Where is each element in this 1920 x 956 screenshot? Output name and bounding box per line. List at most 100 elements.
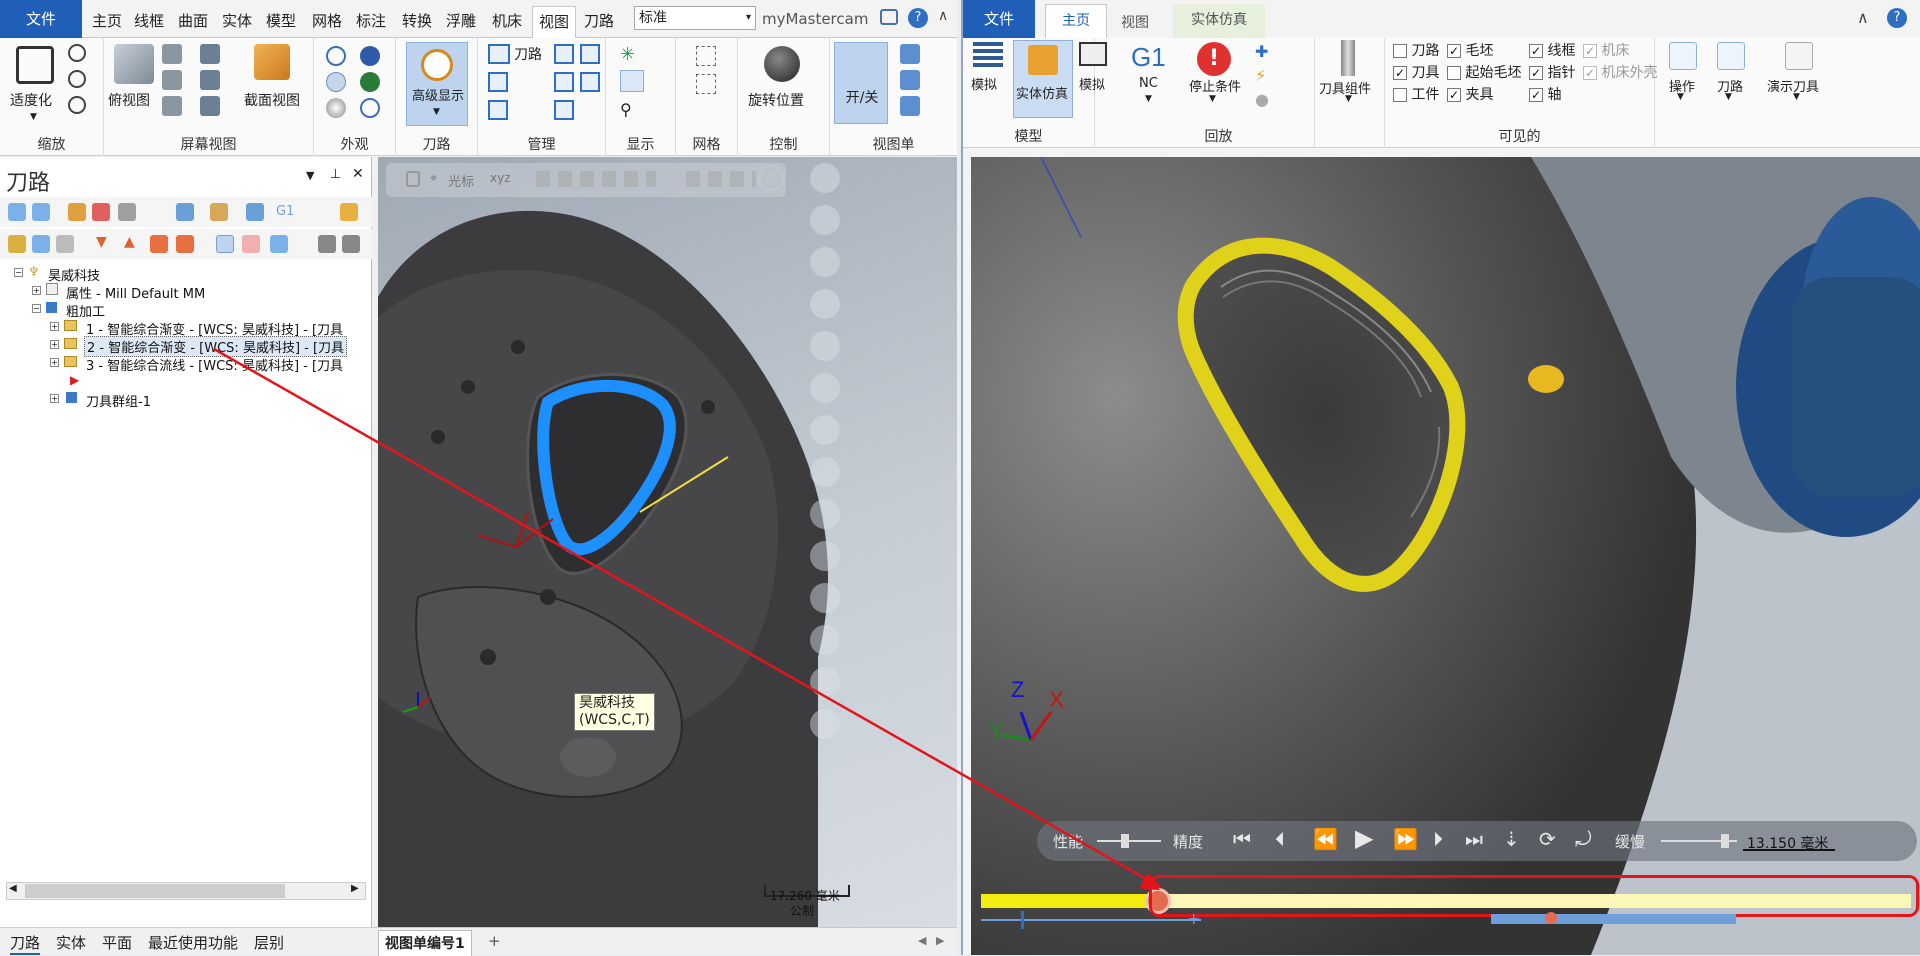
cursor-label[interactable]: 光标 xyxy=(448,171,474,190)
slider-thumb[interactable] xyxy=(1721,834,1729,848)
rotate-position-label[interactable]: 旋转位置 xyxy=(748,90,804,110)
checkbox-box[interactable]: ✓ xyxy=(1447,44,1461,58)
checkbox-box[interactable] xyxy=(1393,44,1407,58)
tab-machine[interactable]: 机床 xyxy=(486,6,528,38)
quick-mask-icon[interactable] xyxy=(810,163,840,193)
stop-condition-icon[interactable]: ! xyxy=(1197,42,1231,76)
visible-stock-checkbox[interactable]: ✓ 毛坯 xyxy=(1447,40,1493,60)
zoom-out-icon[interactable] xyxy=(68,96,86,114)
manage-icon[interactable] xyxy=(580,72,600,92)
manage-icon[interactable] xyxy=(488,100,508,120)
expand-icon[interactable]: + xyxy=(50,358,59,367)
help-icon[interactable] xyxy=(342,235,360,253)
chevron-down-icon[interactable]: ▼ xyxy=(1209,94,1216,104)
visible-machine-checkbox[interactable]: ✓ 机床 xyxy=(1583,40,1629,60)
pin-icon[interactable]: ⊥ xyxy=(330,167,341,182)
iso-view-icon[interactable] xyxy=(162,96,182,116)
tab-model[interactable]: 模型 xyxy=(260,6,302,38)
visible-workpiece-checkbox[interactable]: 工件 xyxy=(1393,84,1439,104)
collapse-icon[interactable]: − xyxy=(14,268,23,277)
manage-icon[interactable] xyxy=(554,44,574,64)
cancel-icon[interactable]: ⊘ xyxy=(758,165,784,191)
panel-menu-icon[interactable]: ▼ xyxy=(306,169,314,182)
wireframe-icon[interactable] xyxy=(326,46,346,66)
right-view-icon[interactable] xyxy=(162,70,182,90)
reset-icon[interactable]: ⤾ xyxy=(1575,827,1592,851)
toolpath-icon[interactable] xyxy=(488,44,510,64)
g1-icon[interactable]: G1 xyxy=(276,204,294,219)
tab-view[interactable]: 视图 xyxy=(532,6,577,38)
chevron-down-icon[interactable]: ▼ xyxy=(1345,94,1352,104)
horizontal-scrollbar[interactable]: ◀ ▶ xyxy=(6,882,366,900)
quick-mask-icon[interactable] xyxy=(810,373,840,403)
gnomon-icon[interactable] xyxy=(620,70,644,92)
toggle-display-icon[interactable] xyxy=(32,235,50,253)
fast-forward-icon[interactable]: ⏩ xyxy=(1393,827,1418,851)
tab-wireframe[interactable]: 线框 xyxy=(128,6,170,38)
view-icon[interactable] xyxy=(200,96,220,116)
checkbox-box[interactable] xyxy=(1393,88,1407,102)
zoom-plus-icon[interactable]: + xyxy=(1187,909,1200,928)
help-icon[interactable] xyxy=(318,235,336,253)
simulate-button[interactable]: 模拟 xyxy=(969,42,1007,100)
stop-condition-label[interactable]: 停止条件 xyxy=(1189,76,1241,95)
scroll-left-icon[interactable]: ◀ xyxy=(9,883,17,894)
scrollbar-thumb[interactable] xyxy=(25,884,285,898)
g1-nc-icon[interactable]: G1 xyxy=(1131,42,1166,73)
visible-axis-checkbox[interactable]: ✓ 轴 xyxy=(1529,84,1561,104)
timeline-bar[interactable] xyxy=(1491,912,1736,924)
snap-grid-icon[interactable] xyxy=(696,74,716,94)
display-icon[interactable]: ⚲ xyxy=(620,100,632,119)
fit-button-label[interactable]: 适度化 xyxy=(10,90,52,110)
quick-mask-icon[interactable] xyxy=(810,583,840,613)
quick-mask-icon[interactable] xyxy=(810,415,840,445)
post-icon[interactable] xyxy=(246,203,264,221)
manage-icon[interactable] xyxy=(554,72,574,92)
regen-icon[interactable] xyxy=(68,203,86,221)
stop-disabled-icon[interactable]: ● xyxy=(1255,90,1273,109)
add-viewsheet-button[interactable]: + xyxy=(488,932,501,950)
quick-mask-icon[interactable] xyxy=(810,499,840,529)
step-forward-icon[interactable]: ⏵ xyxy=(1433,827,1443,851)
zoom-window-icon[interactable] xyxy=(68,44,86,62)
demo-tool-button[interactable]: 演示刀具 ▼ xyxy=(1765,42,1835,122)
expand-icon[interactable]: + xyxy=(32,286,41,295)
performance-slider[interactable] xyxy=(1097,834,1161,848)
insert-arrow-icon[interactable] xyxy=(150,235,168,253)
checkbox-box[interactable]: ✓ xyxy=(1447,88,1461,102)
tab-surface[interactable]: 曲面 xyxy=(172,6,214,38)
grid-icon[interactable] xyxy=(696,46,716,66)
hidden-icon[interactable] xyxy=(360,98,380,118)
quick-mask-icon[interactable] xyxy=(810,457,840,487)
expand-icon[interactable]: + xyxy=(50,340,59,349)
sphere-icon[interactable] xyxy=(326,98,346,118)
sim-tab-view[interactable]: 视图 xyxy=(1121,12,1149,32)
tab-relief[interactable]: 浮雕 xyxy=(440,6,482,38)
simulation-viewport[interactable]: Y Z X 性能 精度 ⏮ ⏴ ⏪ ▶ ⏩ ⏵ ⏭ ⇣ ⟳ ⤾ 缓慢 13.15… xyxy=(971,157,1920,955)
visible-pointer-checkbox[interactable]: ✓ 指针 xyxy=(1529,62,1575,82)
chevron-down-icon[interactable]: ▼ xyxy=(30,112,37,122)
visible-fixture-checkbox[interactable]: ✓ 夹具 xyxy=(1447,84,1493,104)
quick-mask-icon[interactable] xyxy=(810,541,840,571)
simulate2-button[interactable]: 模拟 xyxy=(1075,42,1115,100)
backplot-icon[interactable] xyxy=(176,203,194,221)
toggle-post-icon[interactable] xyxy=(56,235,74,253)
toolpath-editor-icon[interactable] xyxy=(340,203,358,221)
nc-label[interactable]: NC xyxy=(1139,76,1158,91)
tab-transform[interactable]: 转换 xyxy=(396,6,438,38)
toolpath-button-label[interactable]: 刀路 xyxy=(514,44,542,64)
zoom-in-icon[interactable] xyxy=(68,70,86,88)
move-up-icon[interactable]: ▲ xyxy=(124,234,135,250)
manage-icon[interactable] xyxy=(580,44,600,64)
operation-button[interactable]: 操作 ▼ xyxy=(1663,42,1703,122)
axes-icon[interactable]: ✳ xyxy=(620,44,635,65)
checkbox-box[interactable]: ✓ xyxy=(1529,66,1543,80)
viewsheet-icon[interactable] xyxy=(900,70,920,90)
quick-mask-icon[interactable] xyxy=(810,289,840,319)
viewsheet-onoff-button[interactable]: 开/关 xyxy=(834,42,888,124)
tab-toolpaths[interactable]: 刀路 xyxy=(10,932,41,955)
move-insert-icon[interactable] xyxy=(176,235,194,253)
display-options-icon[interactable] xyxy=(270,235,288,253)
tab-solids[interactable]: 实体 xyxy=(56,932,86,953)
xyz-icon[interactable]: xyz xyxy=(490,171,511,185)
